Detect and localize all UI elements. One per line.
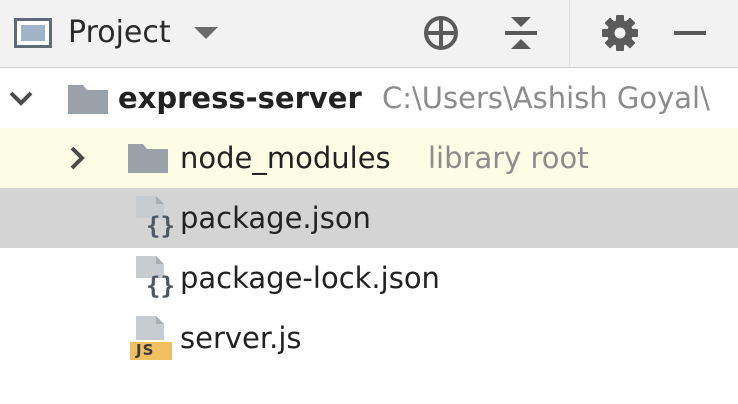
project-window-icon [14,18,52,48]
collapse-all-button[interactable] [498,10,544,56]
root-folder-name: express-server [118,81,362,115]
chevron-right-icon[interactable] [62,128,92,188]
js-badge-text: JS [136,341,155,359]
node-modules-name: node_modules [180,141,391,175]
collapse-all-icon [505,17,537,49]
settings-button[interactable] [597,10,643,56]
project-tool-window: Project express-server C:\Users\Ashish G… [0,0,738,404]
toolbar-title: Project [68,15,171,50]
tree-node-package-lock-json[interactable]: {} package-lock.json [0,248,738,308]
server-js-name: server.js [180,321,302,355]
tree-node-package-json[interactable]: {} package.json [0,188,738,248]
folder-icon [126,141,170,175]
locate-file-button[interactable] [418,10,464,56]
svg-text:{}: {} [146,272,174,300]
chevron-down-icon[interactable] [6,68,36,128]
package-lock-json-name: package-lock.json [180,261,440,295]
hide-button[interactable] [667,10,713,56]
tree-node-node-modules[interactable]: node_modules library root [0,128,738,188]
tree-node-root[interactable]: express-server C:\Users\Ashish Goyal\ [0,68,738,128]
minimize-icon [674,31,706,35]
js-file-icon: JS [128,314,174,364]
project-toolbar: Project [0,0,738,68]
project-tree: express-server C:\Users\Ashish Goyal\ no… [0,68,738,368]
library-root-label: library root [428,141,589,175]
gear-icon [602,15,638,51]
project-view-selector[interactable]: Project [14,8,219,58]
chevron-down-icon[interactable] [193,26,219,40]
json-file-icon: {} [132,194,174,242]
json-file-icon: {} [132,254,174,302]
svg-text:{}: {} [146,212,174,240]
tree-node-server-js[interactable]: JS server.js [0,308,738,368]
toolbar-separator [569,0,570,67]
root-folder-path: C:\Users\Ashish Goyal\ [382,81,710,115]
package-json-name: package.json [180,201,371,235]
crosshair-icon [424,16,458,50]
folder-icon [66,82,110,116]
